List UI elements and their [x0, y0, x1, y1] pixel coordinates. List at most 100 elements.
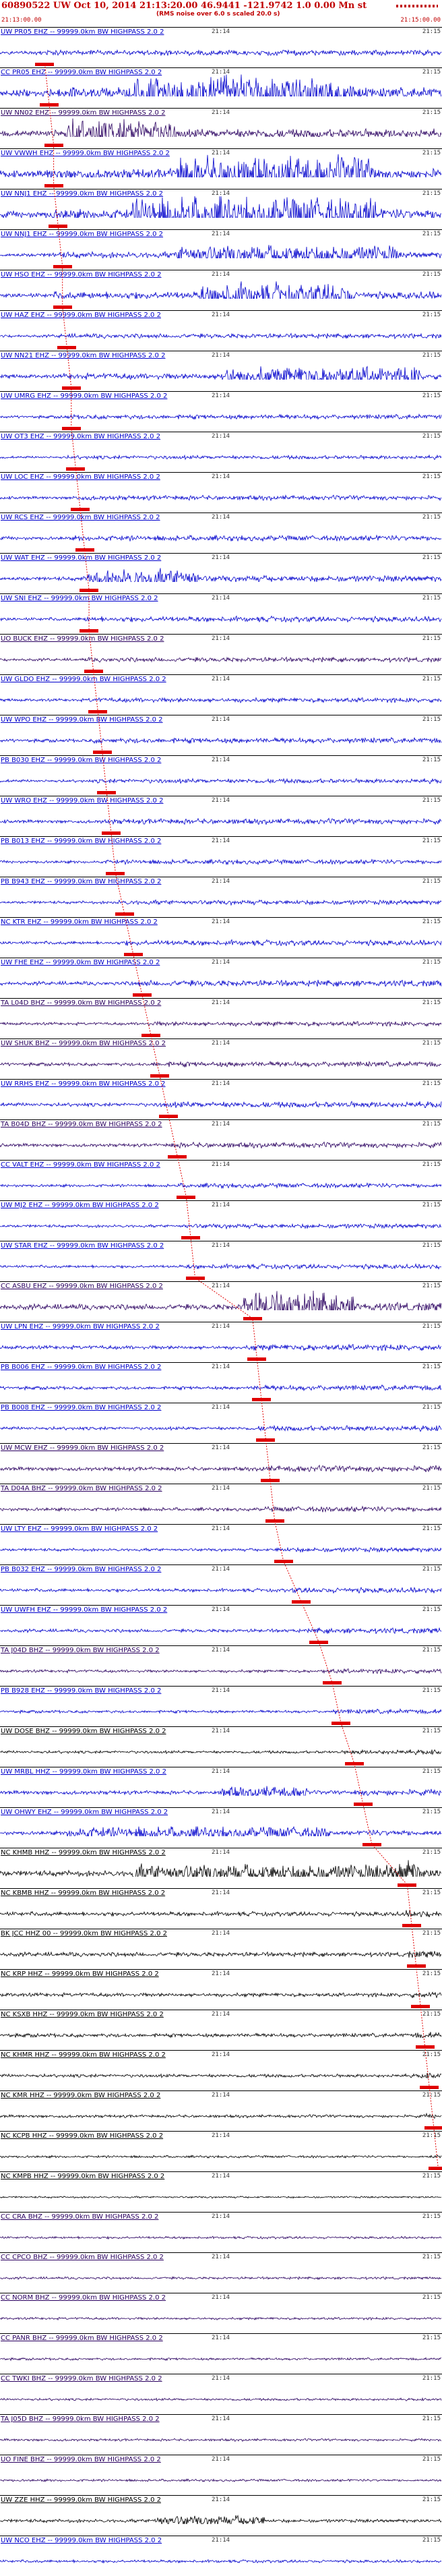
trace-line: [0, 281, 442, 299]
tick-label: 21:14: [212, 1647, 230, 1653]
tick-label: 21:15: [422, 109, 441, 116]
trace-label: UW NN21 EHZ -- 99999.0km BW HIGHPASS 2.0…: [1, 352, 167, 359]
trace-line: [0, 1141, 442, 1148]
tick-label: 21:14: [212, 473, 230, 480]
trace-label: UW HAZ EHZ -- 99999.0km BW HIGHPASS 2.0 …: [1, 312, 162, 319]
trace-line: [0, 1909, 442, 1917]
trace-line: [0, 615, 442, 622]
trace-panel: UW DOSE BHZ -- 99999.0km BW HIGHPASS 2.0…: [0, 1726, 442, 1767]
tick-label: 21:15: [422, 2011, 441, 2018]
trace-line: [0, 2515, 442, 2524]
trace-label: PB B032 EHZ -- 99999.0km BW HIGHPASS 2.0…: [1, 1566, 163, 1573]
tick-label: 21:15: [422, 352, 441, 359]
tick-label: 21:15: [422, 2254, 441, 2260]
trace-label: UO BUCK EHZ -- 99999.0km BW HIGHPASS 2.0…: [1, 635, 166, 643]
trace-line: [0, 2072, 442, 2079]
trace-panel: UW FHE EHZ -- 99999.0km BW HIGHPASS 2.0 …: [0, 958, 442, 998]
tick-label: 21:14: [212, 797, 230, 804]
phase-pick-marker: [123, 953, 143, 956]
tick-label: 21:14: [212, 838, 230, 844]
phase-pick-marker: [168, 1155, 187, 1159]
tick-label: 21:14: [212, 2375, 230, 2382]
trace-label: CC PR05 EHZ -- 99999.0km BW HIGHPASS 2.0…: [1, 69, 164, 76]
trace-label: UW UWFH EHZ -- 99999.0km BW HIGHPASS 2.0…: [1, 1606, 169, 1614]
tick-label: 21:15: [422, 473, 441, 480]
tick-label: 21:15: [422, 2496, 441, 2503]
tick-label: 21:14: [212, 1970, 230, 1977]
trace-label: PB B030 EHZ -- 99999.0km BW HIGHPASS 2.0…: [1, 757, 163, 764]
trace-panel: PB B013 EHZ -- 99999.0km BW HIGHPASS 2.0…: [0, 836, 442, 877]
trace-panel: NC KHMB HHZ -- 99999.0km BW HIGHPASS 2.0…: [0, 1848, 442, 1888]
tick-label: 21:14: [212, 109, 230, 116]
trace-label: TA B04D BHZ -- 99999.0km BW HIGHPASS 2.0…: [1, 1121, 164, 1128]
tick-label: 21:15: [422, 878, 441, 885]
trace-label: NC KMR HHZ -- 99999.0km BW HIGHPASS 2.0 …: [1, 2092, 162, 2099]
tick-label: 21:14: [212, 1040, 230, 1047]
trace-line: [0, 196, 442, 218]
trace-line: [0, 2235, 442, 2240]
phase-pick-marker: [150, 1074, 170, 1078]
phase-pick-marker: [49, 225, 68, 228]
trace-label: TA L04D BHZ -- 99999.0km BW HIGHPASS 2.0…: [1, 999, 163, 1007]
trace-panel: PB B006 EHZ -- 99999.0km BW HIGHPASS 2.0…: [0, 1362, 442, 1403]
trace-line: [0, 1182, 442, 1189]
phase-pick-marker: [309, 1641, 329, 1644]
trace-line: [0, 2357, 442, 2362]
phase-pick-marker: [80, 589, 99, 592]
tick-label: 21:14: [212, 1080, 230, 1087]
tick-label: 21:15: [422, 1890, 441, 1896]
trace-line: [0, 1060, 442, 1067]
tick-label: 21:15: [422, 554, 441, 561]
phase-pick-marker: [420, 2086, 439, 2089]
tick-label: 21:14: [212, 69, 230, 76]
phase-pick-marker: [84, 670, 103, 673]
phase-pick-marker: [57, 346, 77, 349]
trace-line: [0, 568, 442, 582]
trace-label: UW LPN EHZ -- 99999.0km BW HIGHPASS 2.0 …: [1, 1323, 161, 1330]
trace-label: UW MRBL HHZ -- 99999.0km BW HIGHPASS 2.0…: [1, 1768, 168, 1776]
trace-line: [0, 2196, 442, 2199]
tick-label: 21:14: [212, 554, 230, 561]
tick-label: 21:14: [212, 959, 230, 966]
trace-panel: UW WRO EHZ -- 99999.0km BW HIGHPASS 2.0 …: [0, 796, 442, 836]
trace-label: TA D04A BHZ -- 99999.0km BW HIGHPASS 2.0…: [1, 1485, 164, 1492]
tick-label: 21:15: [422, 2335, 441, 2341]
trace-label: CC ASBU EHZ -- 99999.0km BW HIGHPASS 2.0…: [1, 1283, 164, 1290]
tick-label: 21:15: [422, 2294, 441, 2301]
trace-panel: UW NNJ1 EHZ -- 99999.0km BW HIGHPASS 2.0…: [0, 189, 442, 229]
trace-panel: TA D04A BHZ -- 99999.0km BW HIGHPASS 2.0…: [0, 1484, 442, 1524]
phase-pick-marker: [44, 184, 63, 187]
trace-panel: NC KMR HHZ -- 99999.0km BW HIGHPASS 2.0 …: [0, 2090, 442, 2131]
trace-panel: UW HSO EHZ -- 99999.0km BW HIGHPASS 2.0 …: [0, 270, 442, 310]
tick-label: 21:15: [422, 69, 441, 76]
trace-panel: NC KCPB HHZ -- 99999.0km BW HIGHPASS 2.0…: [0, 2131, 442, 2171]
tick-label: 21:14: [212, 878, 230, 885]
tick-label: 21:15: [422, 1404, 441, 1411]
trace-label: UW NNJ1 EHZ -- 99999.0km BW HIGHPASS 2.0…: [1, 231, 165, 238]
trace-panel: PB B943 EHZ -- 99999.0km BW HIGHPASS 2.0…: [0, 877, 442, 917]
tick-label: 21:14: [212, 1687, 230, 1694]
trace-panel: UW HAZ EHZ -- 99999.0km BW HIGHPASS 2.0 …: [0, 310, 442, 351]
phase-pick-marker: [132, 993, 152, 997]
trace-label: UW NN02 EHZ -- 99999.0km BW HIGHPASS 2.0…: [1, 109, 167, 117]
trace-line: [0, 1020, 442, 1027]
tick-label: 21:14: [212, 2416, 230, 2422]
tick-label: 21:15: [422, 676, 441, 682]
trace-panel: PB B032 EHZ -- 99999.0km BW HIGHPASS 2.0…: [0, 1564, 442, 1605]
phase-pick-marker: [44, 144, 63, 147]
trace-label: UW LOC EHZ -- 99999.0km BW HIGHPASS 2.0 …: [1, 473, 162, 481]
trace-label: UW SHUK BHZ -- 99999.0km BW HIGHPASS 2.0…: [1, 1040, 168, 1047]
trace-label: UW DOSE BHZ -- 99999.0km BW HIGHPASS 2.0…: [1, 1728, 168, 1735]
trace-line: [0, 49, 442, 56]
tick-label: 21:15: [422, 2375, 441, 2382]
phase-pick-marker: [159, 1115, 179, 1118]
trace-panel: UW NN02 EHZ -- 99999.0km BW HIGHPASS 2.0…: [0, 108, 442, 148]
trace-line: [0, 1505, 442, 1513]
trace-line: [0, 1950, 442, 1958]
tick-label: 21:15: [422, 999, 441, 1006]
tick-label: 21:15: [422, 231, 441, 237]
trace-label: UW RCS EHZ -- 99999.0km BW HIGHPASS 2.0 …: [1, 514, 162, 521]
tick-label: 21:14: [212, 2051, 230, 2058]
trace-line: [0, 1825, 442, 1836]
phase-pick-marker: [177, 1196, 196, 1199]
